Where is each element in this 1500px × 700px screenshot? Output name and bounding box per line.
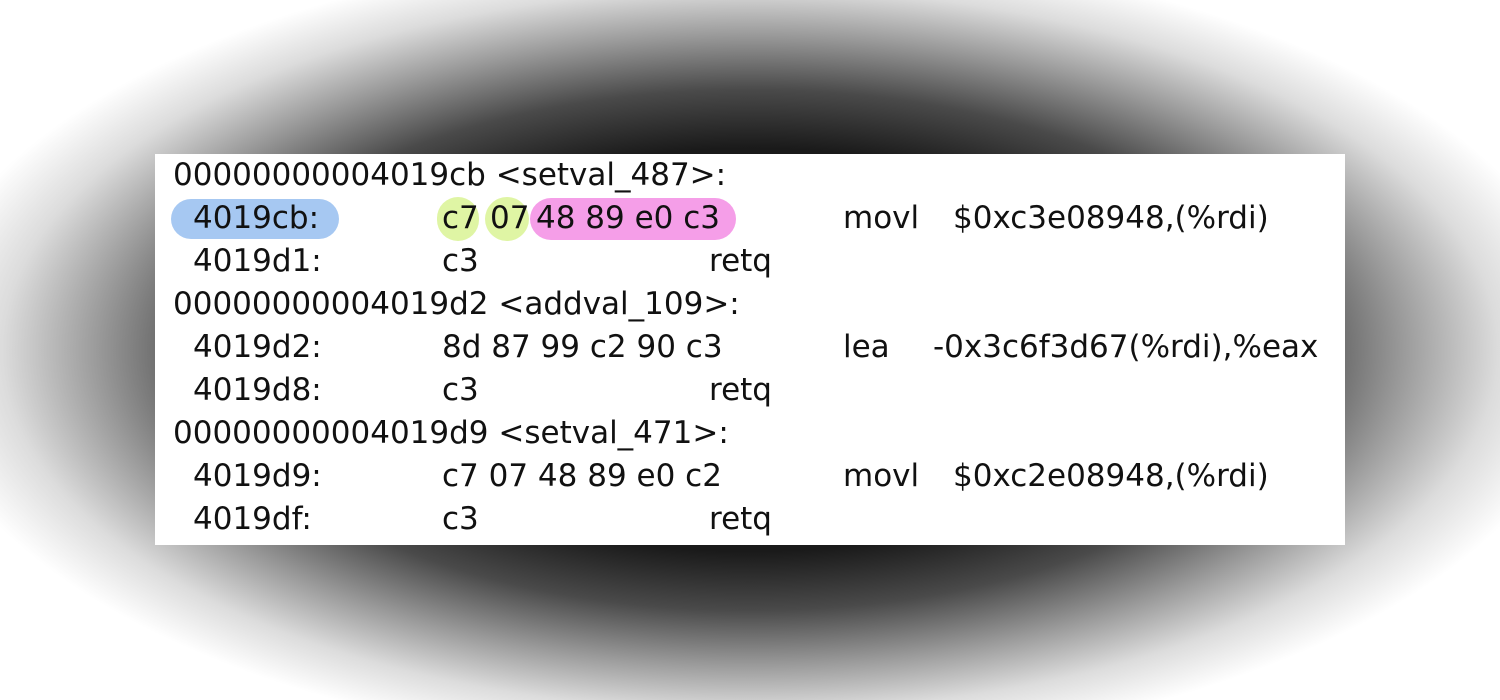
instruction-bytes: c3 xyxy=(442,372,479,408)
instruction-mnemonic: retq xyxy=(709,501,772,537)
instruction-row: 4019d9: c7 07 48 89 e0 c2 movl $0xc2e089… xyxy=(155,455,1345,498)
instruction-mnemonic: retq xyxy=(709,372,772,408)
instruction-byte-group: 07 xyxy=(490,200,530,236)
instruction-row: 4019cb: c7 07 48 89 e0 c3 movl $0xc3e089… xyxy=(155,197,1345,240)
instruction-bytes: c3 xyxy=(442,243,479,279)
instruction-address: 4019d8: xyxy=(193,372,322,408)
instruction-operands: $0xc3e08948,(%rdi) xyxy=(953,200,1269,236)
instruction-mnemonic: lea xyxy=(843,329,890,365)
instruction-address: 4019d2: xyxy=(193,329,322,365)
function-header: 00000000004019cb <setval_487>: xyxy=(173,157,727,193)
function-header: 00000000004019d9 <setval_471>: xyxy=(173,415,729,451)
function-header-row: 00000000004019d2 <addval_109>: xyxy=(155,283,1345,326)
instruction-bytes: c3 xyxy=(442,501,479,537)
instruction-address: 4019d9: xyxy=(193,458,322,494)
instruction-address: 4019cb: xyxy=(193,200,320,236)
instruction-mnemonic: retq xyxy=(709,243,772,279)
instruction-row: 4019d8: c3 retq xyxy=(155,369,1345,412)
instruction-operands: $0xc2e08948,(%rdi) xyxy=(953,458,1269,494)
instruction-row: 4019df: c3 retq xyxy=(155,498,1345,541)
instruction-row: 4019d2: 8d 87 99 c2 90 c3 lea -0x3c6f3d6… xyxy=(155,326,1345,369)
instruction-bytes: c7 07 48 89 e0 c2 xyxy=(442,458,722,494)
instruction-byte-group: 48 89 e0 c3 xyxy=(536,200,721,236)
instruction-bytes: 8d 87 99 c2 90 c3 xyxy=(442,329,723,365)
function-header-row: 00000000004019d9 <setval_471>: xyxy=(155,412,1345,455)
instruction-address: 4019d1: xyxy=(193,243,322,279)
instruction-mnemonic: movl xyxy=(843,458,920,494)
instruction-mnemonic: movl xyxy=(843,200,920,236)
function-header-row: 00000000004019cb <setval_487>: xyxy=(155,154,1345,197)
instruction-address: 4019df: xyxy=(193,501,312,537)
instruction-byte-group: c7 xyxy=(442,200,479,236)
disassembly-panel: 00000000004019cb <setval_487>: 4019cb: c… xyxy=(155,154,1345,545)
function-header: 00000000004019d2 <addval_109>: xyxy=(173,286,740,322)
instruction-operands: -0x3c6f3d67(%rdi),%eax xyxy=(933,329,1319,365)
instruction-row: 4019d1: c3 retq xyxy=(155,240,1345,283)
